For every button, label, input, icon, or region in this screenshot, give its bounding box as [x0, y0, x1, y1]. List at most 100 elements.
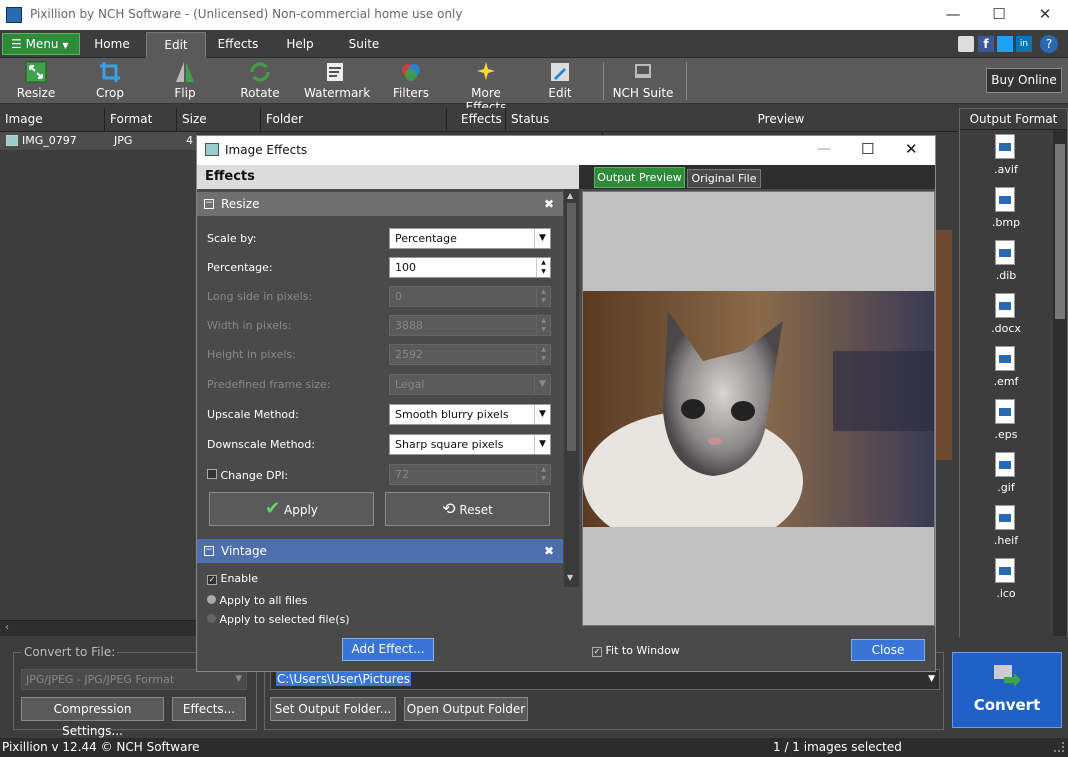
open-output-folder-button[interactable]: Open Output Folder [404, 697, 528, 721]
col-format[interactable]: Format [105, 108, 177, 132]
col-effects[interactable]: Effects [447, 108, 506, 132]
compression-settings-button[interactable]: Compression Settings... [21, 697, 164, 738]
output-path-field[interactable]: C:\Users\User\Pictures ▼ [270, 669, 940, 690]
edit-tool[interactable]: Edit [540, 60, 580, 104]
filters-tool[interactable]: Filters [388, 60, 434, 104]
percentage-label: Percentage: [207, 261, 273, 274]
preview-canvas[interactable] [582, 191, 935, 626]
watermark-tool[interactable]: Watermark [304, 60, 370, 104]
format-item[interactable]: .gif [960, 450, 1052, 503]
dialog-close-x[interactable]: ✕ [905, 140, 918, 158]
close-window-button[interactable]: ✕ [1022, 0, 1068, 30]
add-effect-button[interactable]: Add Effect... [342, 638, 434, 661]
format-label: .avif [994, 163, 1018, 176]
buy-online-button[interactable]: Buy Online [986, 68, 1062, 93]
enable-checkbox[interactable]: ✓ [207, 575, 217, 585]
twitter-icon[interactable] [997, 36, 1013, 52]
tab-home[interactable]: Home [84, 32, 140, 58]
image-effects-dialog: Image Effects — ☐ ✕ Effects − Resize ✖ S… [196, 135, 936, 672]
reset-button[interactable]: ⟲ Reset [385, 492, 550, 526]
minimize-button[interactable]: — [930, 0, 976, 30]
format-item[interactable]: .ico [960, 556, 1052, 609]
format-label: .emf [993, 375, 1019, 388]
tab-output-preview[interactable]: Output Preview [594, 167, 685, 188]
format-item[interactable]: .emf [960, 344, 1052, 397]
downscale-select[interactable]: Sharp square pixels ▼ [389, 434, 551, 455]
col-folder[interactable]: Folder [261, 108, 447, 132]
nch-suite-tool[interactable]: NCH Suite [612, 60, 674, 104]
upscale-select[interactable]: Smooth blurry pixels ▼ [389, 404, 551, 425]
remove-effect-icon[interactable]: ✖ [544, 192, 554, 216]
format-label: .gif [997, 481, 1015, 494]
flip-tool[interactable]: Flip [164, 60, 206, 104]
format-select[interactable]: JPG/JPEG - JPG/JPEG Format ▼ [21, 669, 247, 690]
remove-effect-icon[interactable]: ✖ [544, 539, 554, 563]
resize-section-header[interactable]: − Resize ✖ [197, 192, 563, 216]
thumbs-up-icon[interactable] [958, 36, 974, 52]
apply-selected-row[interactable]: Apply to selected file(s) [207, 613, 350, 626]
format-scrollbar[interactable] [1053, 130, 1067, 636]
resize-icon [25, 61, 47, 83]
status-bar: Pixillion v 12.44 © NCH Software 1 / 1 i… [0, 738, 1068, 757]
suite-icon [635, 64, 651, 78]
apply-all-radio[interactable] [207, 595, 216, 604]
format-item[interactable]: .heif [960, 503, 1052, 556]
effects-button[interactable]: Effects... [172, 697, 246, 721]
percentage-stepper[interactable]: 100 ▲ ▼ [389, 257, 551, 278]
resize-tool[interactable]: Resize [12, 60, 60, 104]
effects-scrollbar[interactable]: ▲ ▼ [564, 189, 579, 587]
dialog-title-bar: Image Effects — ☐ ✕ [197, 136, 935, 165]
tab-suite[interactable]: Suite [336, 32, 392, 58]
format-item[interactable]: .docx [960, 291, 1052, 344]
crop-tool[interactable]: Crop [88, 60, 132, 104]
linkedin-icon[interactable]: in [1016, 36, 1032, 52]
vintage-section-header[interactable]: − Vintage ✖ [197, 539, 563, 563]
collapse-icon[interactable]: − [204, 546, 214, 556]
dialog-maximize-button[interactable]: ☐ [861, 140, 874, 158]
rotate-tool[interactable]: Rotate [236, 60, 284, 104]
tab-effects[interactable]: Effects [210, 32, 266, 58]
long-side-stepper[interactable]: 0 ▲ ▼ [389, 286, 551, 307]
reset-icon: ⟲ [442, 499, 456, 518]
menu-button[interactable]: ☰ Menu ▼ [2, 33, 80, 55]
dialog-minimize-button[interactable]: — [817, 141, 831, 157]
tab-edit[interactable]: Edit [146, 32, 206, 58]
change-dpi-checkbox[interactable] [207, 469, 217, 479]
maximize-button[interactable]: ☐ [976, 0, 1022, 30]
tab-original-file[interactable]: Original File [687, 169, 761, 188]
fit-to-window-row[interactable]: ✓ Fit to Window [592, 644, 680, 657]
crop-icon [100, 62, 120, 82]
col-size[interactable]: Size [177, 108, 261, 132]
fit-to-window-checkbox[interactable]: ✓ [592, 647, 602, 657]
col-image[interactable]: Image [0, 108, 105, 132]
height-stepper[interactable]: 2592 ▲ ▼ [389, 344, 551, 365]
width-label: Width in pixels: [207, 319, 292, 332]
format-item[interactable]: .avif [960, 132, 1052, 185]
col-status[interactable]: Status [506, 108, 603, 132]
scale-by-select[interactable]: Percentage ▼ [389, 228, 551, 249]
format-item[interactable]: .eps [960, 397, 1052, 450]
apply-button[interactable]: ✔ Apply [209, 492, 374, 526]
title-bar: Pixillion by NCH Software - (Unlicensed)… [0, 0, 1068, 30]
format-item[interactable]: .dib [960, 238, 1052, 291]
resize-grip[interactable] [1054, 742, 1064, 752]
collapse-icon[interactable]: − [204, 199, 214, 209]
apply-selected-radio[interactable] [207, 614, 216, 623]
selection-status: 1 / 1 images selected [773, 740, 902, 754]
horizontal-scrollbar[interactable]: ‹ [0, 620, 196, 636]
format-item[interactable]: .bmp [960, 185, 1052, 238]
width-stepper[interactable]: 3888 ▲ ▼ [389, 315, 551, 336]
help-icon[interactable]: ? [1040, 35, 1058, 53]
close-button[interactable]: Close [851, 639, 925, 661]
apply-all-row[interactable]: Apply to all files [207, 594, 307, 607]
tab-help[interactable]: Help [272, 32, 328, 58]
toolbar-separator [603, 62, 604, 100]
table-row[interactable]: IMG_0797 JPG 4 [0, 132, 196, 150]
set-output-folder-button[interactable]: Set Output Folder... [270, 697, 396, 721]
convert-button[interactable]: Convert [952, 652, 1062, 728]
dpi-stepper[interactable]: 72 ▲ ▼ [389, 464, 551, 485]
enable-row[interactable]: ✓ Enable [207, 572, 258, 585]
more-effects-tool[interactable]: More Effects [450, 60, 522, 114]
frame-size-select[interactable]: Legal ▼ [389, 374, 551, 395]
facebook-icon[interactable]: f [978, 36, 994, 52]
